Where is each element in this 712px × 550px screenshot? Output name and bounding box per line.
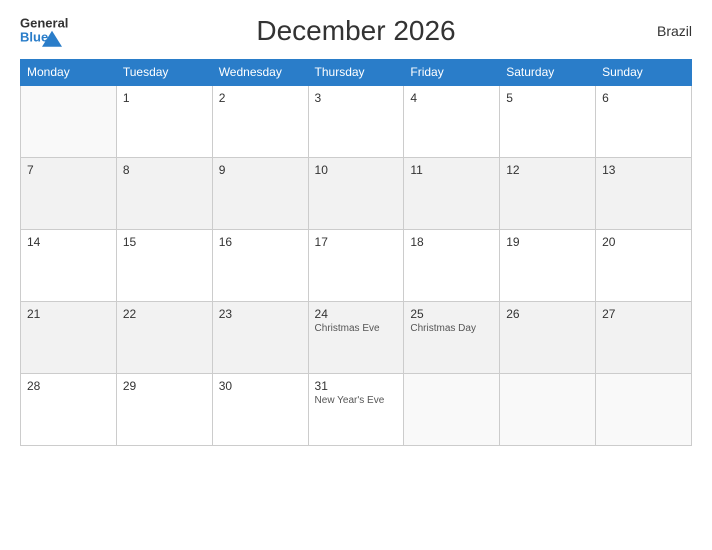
day-cell: 10 xyxy=(308,157,404,229)
day-event: Christmas Day xyxy=(410,323,493,334)
day-number: 23 xyxy=(219,307,302,321)
logo: General Blue xyxy=(20,17,68,46)
header-sunday: Sunday xyxy=(596,60,692,86)
day-cell: 4 xyxy=(404,85,500,157)
day-cell: 7 xyxy=(21,157,117,229)
header-saturday: Saturday xyxy=(500,60,596,86)
day-cell xyxy=(404,373,500,445)
day-cell: 27 xyxy=(596,301,692,373)
day-number: 15 xyxy=(123,235,206,249)
day-cell: 11 xyxy=(404,157,500,229)
header-monday: Monday xyxy=(21,60,117,86)
day-cell: 1 xyxy=(116,85,212,157)
logo-triangle-icon xyxy=(42,31,62,47)
day-number: 22 xyxy=(123,307,206,321)
day-number: 12 xyxy=(506,163,589,177)
day-cell: 25 Christmas Day xyxy=(404,301,500,373)
day-number: 8 xyxy=(123,163,206,177)
day-cell: 17 xyxy=(308,229,404,301)
day-cell: 24 Christmas Eve xyxy=(308,301,404,373)
day-number: 5 xyxy=(506,91,589,105)
day-number: 24 xyxy=(315,307,398,321)
day-cell: 5 xyxy=(500,85,596,157)
day-number: 11 xyxy=(410,163,493,177)
day-number: 2 xyxy=(219,91,302,105)
day-number: 13 xyxy=(602,163,685,177)
header-tuesday: Tuesday xyxy=(116,60,212,86)
calendar-title: December 2026 xyxy=(256,15,455,47)
day-cell: 30 xyxy=(212,373,308,445)
day-number: 18 xyxy=(410,235,493,249)
day-number: 20 xyxy=(602,235,685,249)
day-cell: 19 xyxy=(500,229,596,301)
day-number: 4 xyxy=(410,91,493,105)
logo-general-text: General xyxy=(20,17,68,31)
header-friday: Friday xyxy=(404,60,500,86)
header-wednesday: Wednesday xyxy=(212,60,308,86)
day-cell: 21 xyxy=(21,301,117,373)
day-cell: 23 xyxy=(212,301,308,373)
day-number: 6 xyxy=(602,91,685,105)
day-number: 9 xyxy=(219,163,302,177)
week-row-3: 14 15 16 17 18 19 20 xyxy=(21,229,692,301)
day-cell: 12 xyxy=(500,157,596,229)
day-cell: 9 xyxy=(212,157,308,229)
day-cell xyxy=(21,85,117,157)
day-cell xyxy=(596,373,692,445)
day-number: 16 xyxy=(219,235,302,249)
day-number: 30 xyxy=(219,379,302,393)
day-number: 29 xyxy=(123,379,206,393)
day-cell: 26 xyxy=(500,301,596,373)
week-row-2: 789 10 11 12 13 xyxy=(21,157,692,229)
day-cell: 13 xyxy=(596,157,692,229)
day-number: 17 xyxy=(315,235,398,249)
day-cell: 15 xyxy=(116,229,212,301)
week-row-1: 123456 xyxy=(21,85,692,157)
day-number: 3 xyxy=(315,91,398,105)
day-number: 19 xyxy=(506,235,589,249)
day-event: New Year's Eve xyxy=(315,395,398,406)
day-cell: 14 xyxy=(21,229,117,301)
day-number: 28 xyxy=(27,379,110,393)
calendar-container: General Blue December 2026 Brazil Monday… xyxy=(0,0,712,550)
calendar-table: Monday Tuesday Wednesday Thursday Friday… xyxy=(20,59,692,446)
days-header-row: Monday Tuesday Wednesday Thursday Friday… xyxy=(21,60,692,86)
day-number: 31 xyxy=(315,379,398,393)
week-row-4: 21 22 23 24 Christmas Eve 25 Christmas Day 26 27 xyxy=(21,301,692,373)
week-row-5: 28 29 30 31 New Year's Eve xyxy=(21,373,692,445)
day-cell xyxy=(500,373,596,445)
day-number: 27 xyxy=(602,307,685,321)
day-number: 26 xyxy=(506,307,589,321)
day-cell: 29 xyxy=(116,373,212,445)
day-cell: 18 xyxy=(404,229,500,301)
day-number: 14 xyxy=(27,235,110,249)
day-number: 21 xyxy=(27,307,110,321)
day-number: 1 xyxy=(123,91,206,105)
day-number: 7 xyxy=(27,163,110,177)
day-cell: 22 xyxy=(116,301,212,373)
day-cell: 2 xyxy=(212,85,308,157)
header-thursday: Thursday xyxy=(308,60,404,86)
country-label: Brazil xyxy=(657,23,692,39)
day-cell: 16 xyxy=(212,229,308,301)
day-cell: 8 xyxy=(116,157,212,229)
day-cell: 20 xyxy=(596,229,692,301)
day-cell: 3 xyxy=(308,85,404,157)
day-cell: 6 xyxy=(596,85,692,157)
day-number: 25 xyxy=(410,307,493,321)
calendar-header: General Blue December 2026 Brazil xyxy=(20,15,692,47)
day-event: Christmas Eve xyxy=(315,323,398,334)
day-cell: 31 New Year's Eve xyxy=(308,373,404,445)
day-cell: 28 xyxy=(21,373,117,445)
day-number: 10 xyxy=(315,163,398,177)
